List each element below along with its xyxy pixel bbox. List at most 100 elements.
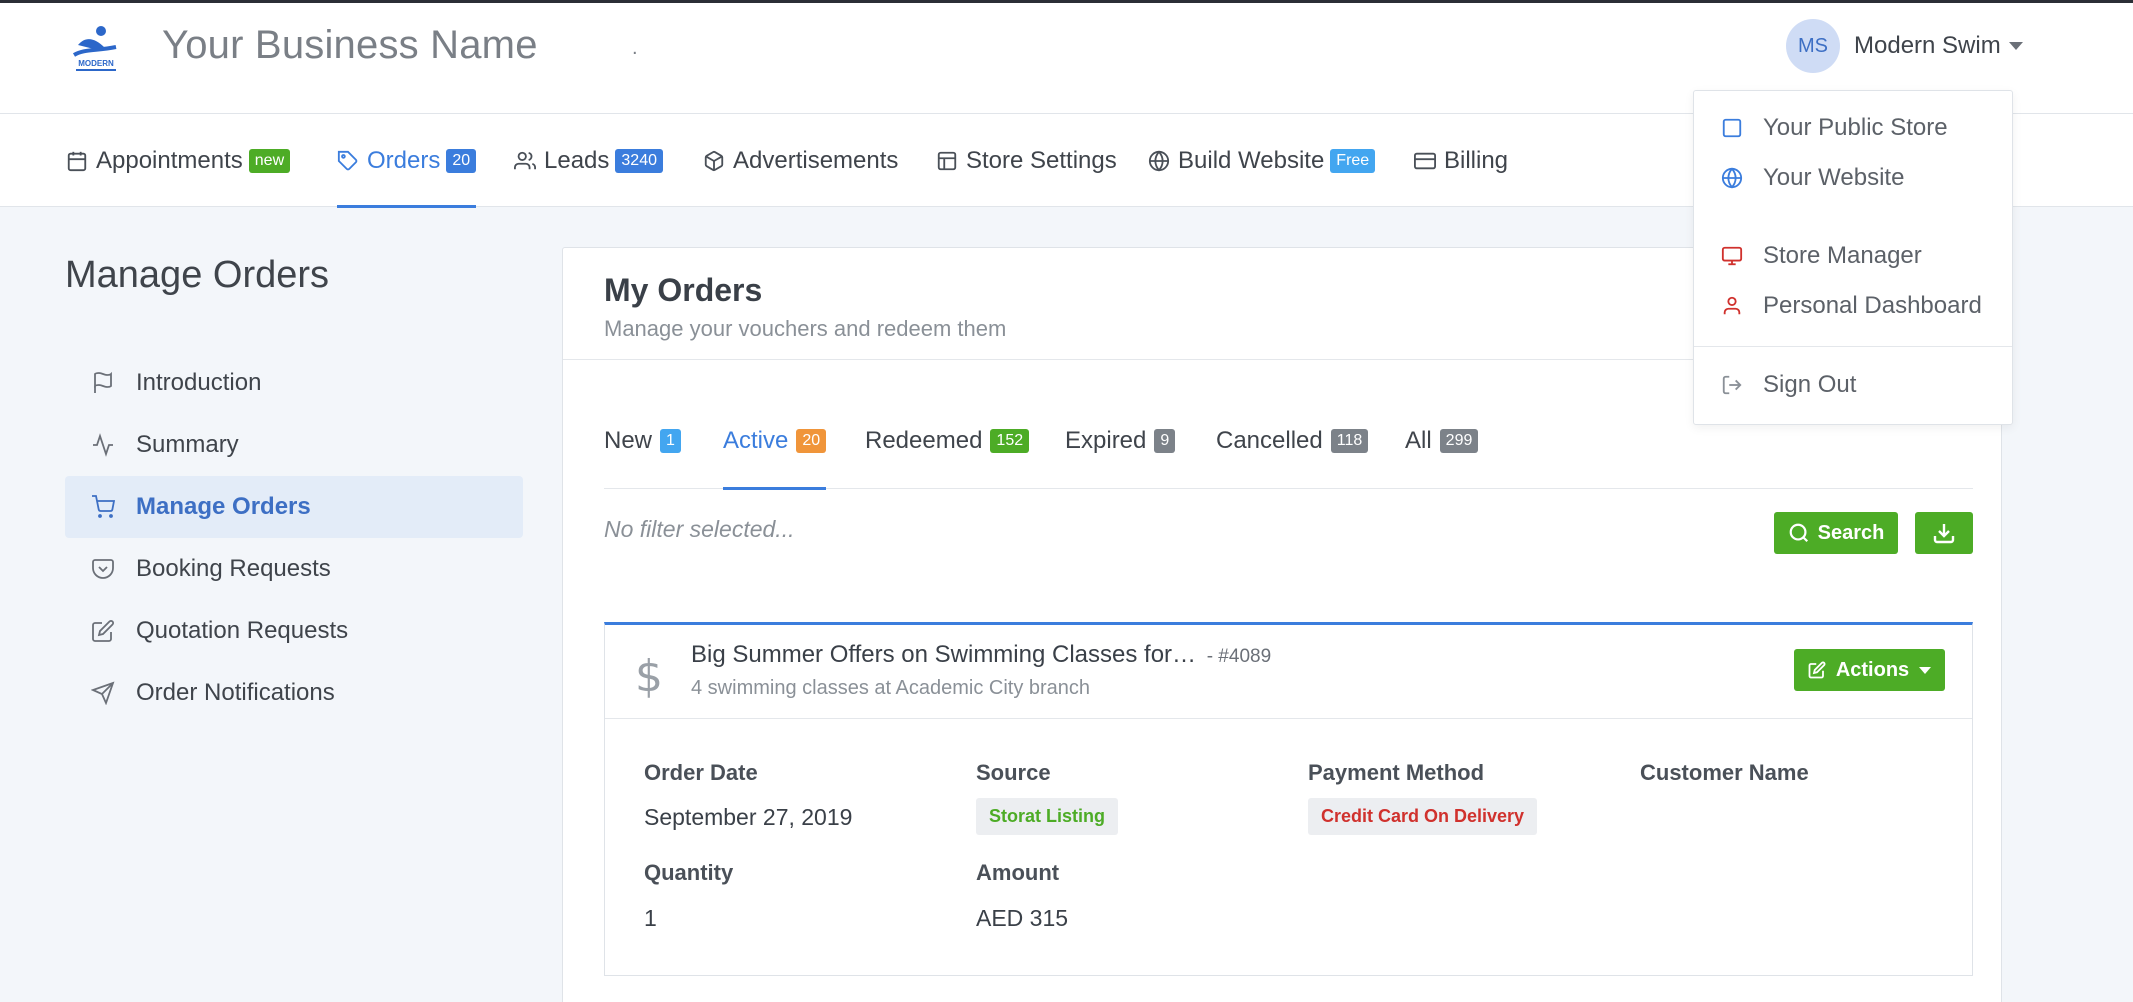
box-icon	[703, 150, 725, 172]
globe-icon	[1148, 149, 1170, 172]
calendar-icon	[66, 150, 88, 172]
dropdown-item-label: Sign Out	[1763, 371, 1857, 398]
square-icon	[1721, 117, 1743, 139]
cart-icon	[91, 495, 115, 519]
dropdown-item-website[interactable]: Your Website	[1694, 155, 2012, 201]
tab-label: Expired	[1065, 427, 1147, 454]
quantity-value: 1	[644, 905, 657, 931]
tab-active[interactable]: Active 20	[723, 393, 827, 490]
sidebar-item-label: Manage Orders	[136, 493, 311, 520]
amount-value: AED 315	[976, 905, 1069, 931]
quantity-label: Quantity	[644, 860, 734, 885]
actions-label: Actions	[1835, 658, 1910, 681]
payment-method-tag: Credit Card On Delivery	[1308, 798, 1538, 835]
dropdown-item-sign-out[interactable]: Sign Out	[1694, 362, 2012, 408]
user-name: Modern Swim	[1854, 32, 2001, 59]
flag-icon	[91, 371, 115, 395]
sidebar-item-label: Quotation Requests	[136, 617, 349, 644]
edit-icon	[1808, 661, 1836, 679]
download-button[interactable]	[1915, 512, 1973, 554]
credit-card-icon	[1414, 150, 1436, 172]
tab-label: All	[1405, 427, 1432, 454]
nav-badge: new	[248, 148, 291, 173]
nav-item-orders[interactable]: Orders 20	[337, 114, 477, 208]
download-icon	[1932, 521, 1956, 545]
order-number: - #4089	[1206, 646, 1272, 667]
sidebar-item-introduction[interactable]: Introduction	[65, 352, 523, 414]
order-date-value: September 27, 2019	[644, 804, 853, 830]
logo-text: MODERN	[78, 59, 114, 68]
source-label: Source	[976, 760, 1051, 785]
dollar-icon: $	[635, 651, 663, 702]
filter-status-text: No filter selected...	[604, 516, 795, 542]
tab-new[interactable]: New 1	[604, 393, 681, 489]
sidebar-item-label: Introduction	[136, 369, 262, 396]
tab-cancelled[interactable]: Cancelled 118	[1216, 393, 1369, 489]
business-logo[interactable]: MODERN	[70, 25, 122, 73]
users-icon	[514, 150, 536, 172]
tab-label: New	[604, 427, 653, 454]
sidebar-item-label: Order Notifications	[136, 679, 335, 706]
dropdown-item-label: Personal Dashboard	[1763, 292, 1982, 319]
nav-badge: Free	[1330, 148, 1376, 173]
dropdown-item-store-manager[interactable]: Store Manager	[1694, 233, 2012, 279]
nav-label: Store Settings	[966, 146, 1117, 174]
monitor-icon	[1721, 245, 1743, 267]
nav-badge: 20	[446, 148, 477, 173]
sidebar-item-quotation-requests[interactable]: Quotation Requests	[65, 600, 523, 662]
nav-label: Leads	[544, 146, 610, 174]
sidebar-item-order-notifications[interactable]: Order Notifications	[65, 662, 523, 724]
order-date-label: Order Date	[644, 760, 758, 785]
dropdown-item-label: Your Website	[1763, 164, 1905, 191]
tab-label: Cancelled	[1216, 427, 1323, 454]
activity-icon	[91, 433, 115, 457]
nav-item-appointments[interactable]: Appointments new	[66, 114, 291, 207]
tab-redeemed[interactable]: Redeemed 152	[865, 393, 1030, 489]
nav-item-leads[interactable]: Leads 3240	[514, 114, 663, 207]
sidebar-menu: Introduction Summary Manage Orders Booki…	[65, 352, 523, 724]
order-title-text: Big Summer Offers on Swimming Classes fo…	[691, 641, 1197, 668]
tab-count: 9	[1154, 429, 1176, 453]
search-button[interactable]: Search	[1774, 512, 1898, 554]
tab-count: 118	[1330, 429, 1369, 453]
header-dot: .	[632, 37, 638, 59]
nav-item-build-website[interactable]: Build Website Free	[1148, 114, 1376, 207]
tab-expired[interactable]: Expired 9	[1065, 393, 1176, 489]
dropdown-item-public-store[interactable]: Your Public Store	[1694, 105, 2012, 151]
tab-label: Redeemed	[865, 427, 983, 454]
user-icon	[1721, 295, 1743, 317]
nav-label: Build Website	[1178, 146, 1325, 174]
nav-label: Advertisements	[733, 146, 899, 174]
page-subtitle: Manage your vouchers and redeem them	[604, 316, 1007, 341]
sidebar-item-summary[interactable]: Summary	[65, 414, 523, 476]
dropdown-item-label: Store Manager	[1763, 242, 1922, 269]
avatar: MS	[1786, 19, 1840, 73]
actions-dropdown-button[interactable]: Actions	[1794, 649, 1945, 691]
tab-count: 299	[1439, 429, 1479, 453]
chevron-down-icon	[1919, 666, 1932, 674]
edit-icon	[91, 619, 115, 643]
nav-item-advertisements[interactable]: Advertisements	[703, 114, 898, 207]
customer-name-label: Customer Name	[1640, 760, 1809, 785]
nav-item-billing[interactable]: Billing	[1414, 114, 1508, 207]
chevron-down-icon	[2008, 42, 2023, 50]
order-card: $ Big Summer Offers on Swimming Classes …	[604, 622, 1973, 976]
page-title: My Orders	[604, 272, 763, 308]
tab-all[interactable]: All 299	[1405, 393, 1479, 489]
send-icon	[91, 681, 115, 705]
amount-label: Amount	[976, 860, 1060, 885]
tag-icon	[337, 150, 359, 172]
dropdown-item-label: Your Public Store	[1763, 114, 1948, 141]
tab-count: 1	[660, 429, 681, 453]
sidebar-item-booking-requests[interactable]: Booking Requests	[65, 538, 523, 600]
user-dropdown-menu: Your Public Store Your Website Store Man…	[1693, 90, 2013, 425]
search-button-label: Search	[1817, 521, 1885, 544]
nav-item-store-settings[interactable]: Store Settings	[936, 114, 1117, 207]
tab-count: 20	[796, 429, 827, 453]
dropdown-item-personal-dashboard[interactable]: Personal Dashboard	[1694, 283, 2012, 329]
search-icon	[1788, 522, 1818, 544]
order-title[interactable]: Big Summer Offers on Swimming Classes fo…	[691, 641, 1271, 669]
user-menu-toggle[interactable]: MS Modern Swim	[1786, 19, 2023, 73]
order-header: $ Big Summer Offers on Swimming Classes …	[605, 625, 1972, 719]
sidebar-item-manage-orders[interactable]: Manage Orders	[65, 476, 523, 538]
